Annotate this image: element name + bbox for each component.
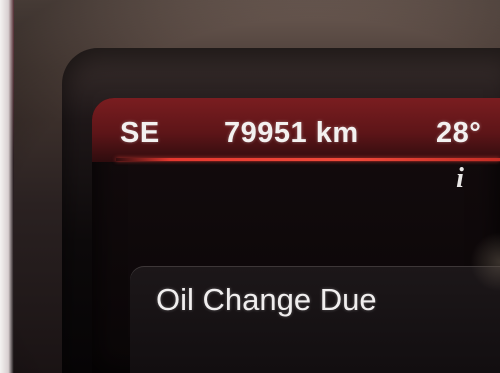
- dashboard-scene: SE 79951 km 28° i Oil Change Due: [0, 0, 500, 373]
- status-bar: SE 79951 km 28°: [92, 98, 500, 162]
- outside-temperature: 28°: [436, 117, 482, 149]
- dash-trim: [0, 0, 14, 373]
- status-divider: [116, 158, 500, 161]
- odometer-reading: 79951 km: [224, 117, 359, 149]
- message-panel: Oil Change Due: [130, 266, 500, 373]
- oil-change-message: Oil Change Due: [156, 282, 377, 317]
- instrument-display: SE 79951 km 28° i Oil Change Due: [92, 98, 500, 373]
- compass-heading: SE: [120, 117, 160, 149]
- info-icon: i: [456, 163, 464, 194]
